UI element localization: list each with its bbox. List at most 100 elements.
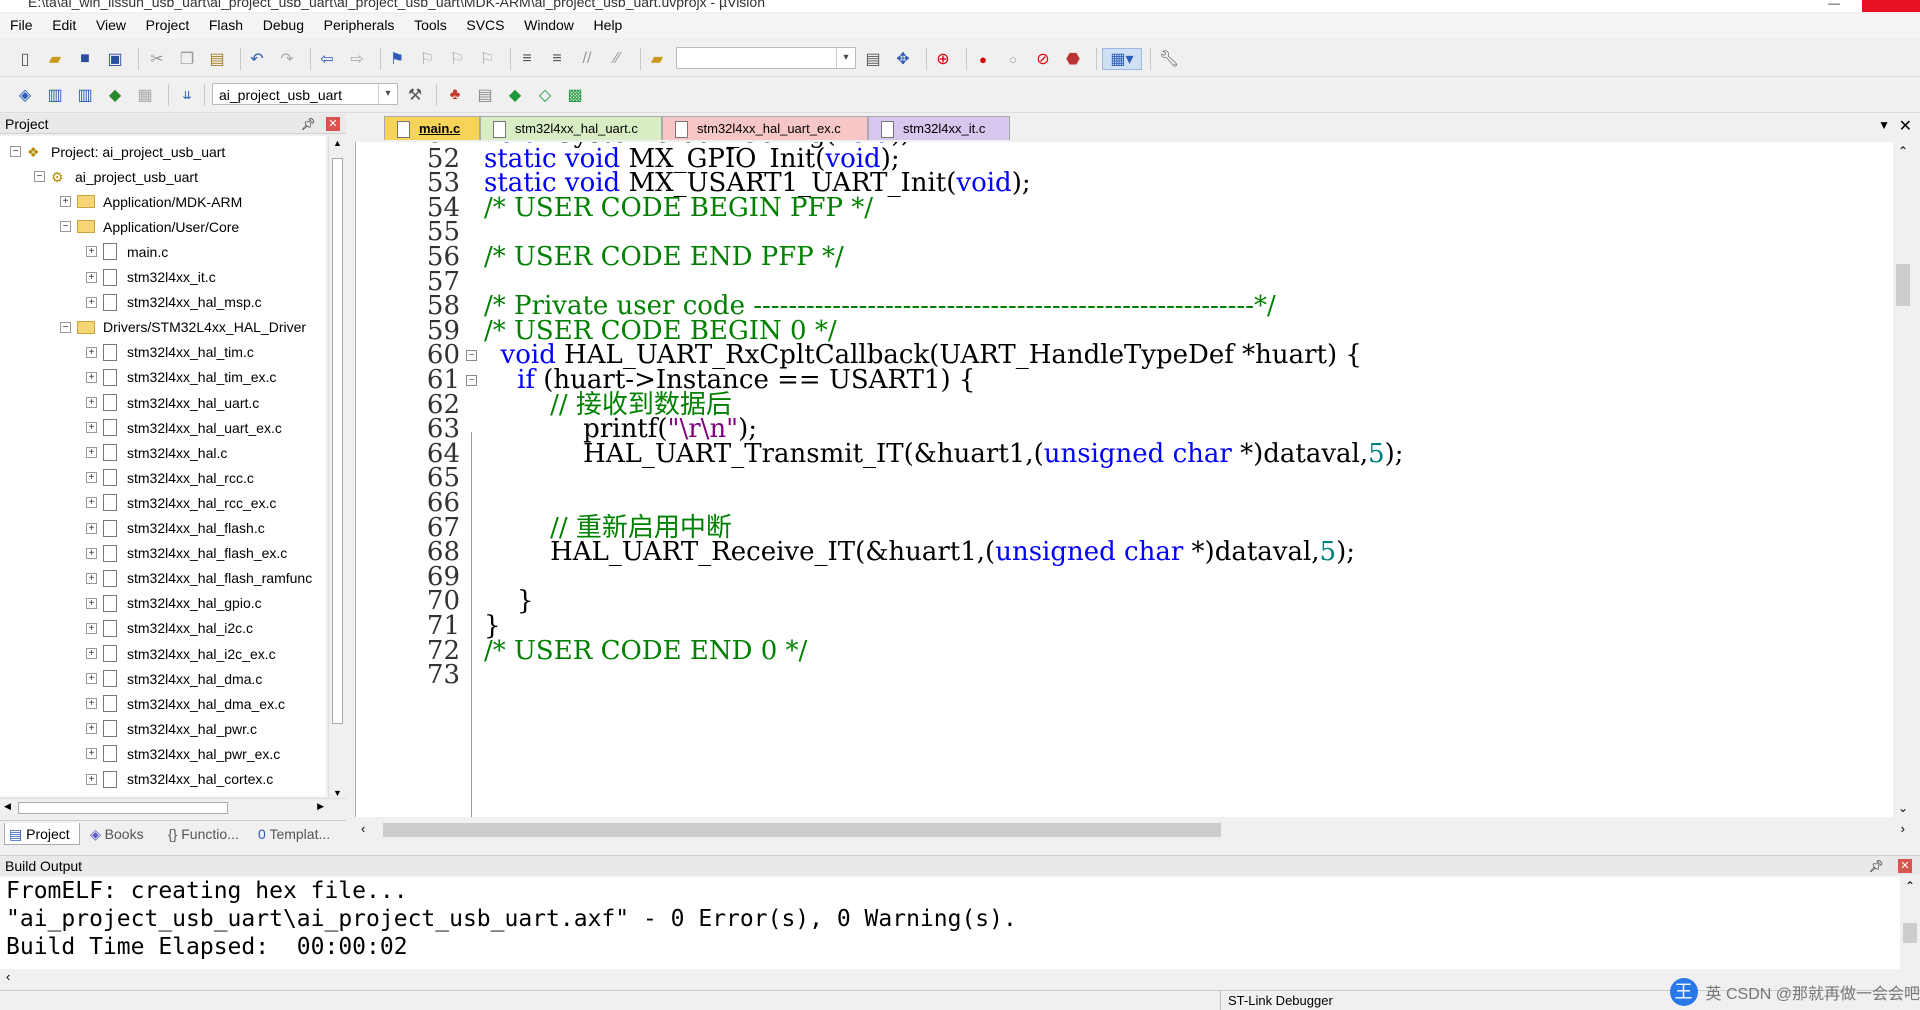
tab-stm32l4xx-hal-uart-c[interactable]: stm32l4xx_hal_uart.c (480, 116, 662, 140)
clear-bookmarks-icon[interactable]: ⚐ (476, 48, 498, 70)
menu-tools[interactable]: Tools (406, 14, 455, 33)
new-file-icon[interactable]: ▯ (14, 48, 36, 70)
tree-target-item[interactable]: − ⚙ ai_project_usb_uart (34, 164, 198, 189)
disable-all-breakpoints-icon[interactable]: ⊘ (1032, 48, 1054, 70)
menu-peripherals[interactable]: Peripherals (316, 14, 403, 33)
incremental-find-icon[interactable]: ▤ (862, 48, 884, 70)
expand-icon[interactable]: + (86, 698, 97, 710)
collapse-icon[interactable]: − (34, 171, 45, 183)
tree-file-item[interactable]: + stm32l4xx_hal_uart.c (86, 390, 259, 415)
open-file-icon[interactable]: ▰ (44, 48, 66, 70)
comment-icon[interactable]: // (576, 48, 598, 70)
pin-icon[interactable]: 📌︎ (1869, 856, 1884, 876)
scroll-right-arrow-icon[interactable]: ▶ (317, 801, 324, 812)
tab-books[interactable]: ◈ Books (86, 823, 156, 845)
expand-icon[interactable]: + (86, 271, 97, 283)
manage-project-items-icon[interactable]: ♣ (444, 84, 466, 106)
expand-icon[interactable]: + (86, 648, 97, 659)
tree-file-item[interactable]: + stm32l4xx_hal_tim_ex.c (86, 365, 276, 390)
redo-icon[interactable]: ↷ (276, 48, 298, 70)
find-combo[interactable]: ▾ (676, 47, 856, 69)
tree-file-item[interactable]: + stm32l4xx_hal_pwr.c (86, 716, 257, 741)
tree-file-item[interactable]: + stm32l4xx_hal_flash_ramfunc (86, 566, 312, 591)
start-debug-icon[interactable]: ⊕ (932, 48, 954, 70)
scroll-thumb[interactable] (383, 823, 1221, 837)
tab-list-dropdown-icon[interactable]: ▼ (1878, 118, 1890, 132)
close-panel-icon[interactable]: ✕ (1898, 859, 1912, 873)
menu-view[interactable]: View (88, 14, 134, 33)
build-output-vscroll[interactable]: ⌃ (1900, 877, 1920, 969)
breakpoint-icon[interactable]: ● (972, 48, 994, 70)
collapse-icon[interactable]: − (10, 146, 21, 157)
tree-file-item[interactable]: + stm32l4xx_hal_msp.c (86, 290, 262, 315)
scroll-right-arrow-icon[interactable]: › (1901, 821, 1905, 836)
menu-file[interactable]: File (0, 14, 41, 33)
collapse-icon[interactable]: − (60, 221, 71, 233)
tree-project-item[interactable]: − ❖ Project: ai_project_usb_uart (10, 139, 225, 164)
menu-edit[interactable]: Edit (44, 14, 84, 33)
tree-file-item[interactable]: + main.c (86, 239, 168, 264)
window-layout-icon[interactable]: ▦▾ (1102, 48, 1142, 70)
code-line[interactable]: /* USER CODE BEGIN PFP */ (484, 193, 873, 223)
configure-icon[interactable]: ✥ (892, 48, 914, 70)
tree-file-item[interactable]: + stm32l4xx_hal_tim.c (86, 340, 254, 365)
tab-stm32l4xx-hal-uart-ex-c[interactable]: stm32l4xx_hal_uart_ex.c (662, 116, 868, 140)
download-icon[interactable]: ⇊ (176, 84, 198, 106)
tree-file-item[interactable]: + stm32l4xx_hal_rcc_ex.c (86, 490, 276, 515)
build-output-hscroll[interactable]: ‹ (0, 969, 1920, 987)
code-line[interactable]: HAL_UART_Transmit_IT(&huart1,(unsigned c… (484, 439, 1403, 469)
save-all-icon[interactable]: ▣ (104, 48, 126, 70)
scroll-left-arrow-icon[interactable]: ◀ (4, 801, 11, 812)
expand-icon[interactable]: + (86, 673, 97, 685)
expand-icon[interactable]: + (86, 371, 97, 383)
expand-icon[interactable]: + (86, 346, 97, 358)
tab-functions[interactable]: {} Functio... (164, 823, 250, 845)
options-for-target-icon[interactable]: ⚒ (404, 84, 426, 106)
find-in-files-icon[interactable]: ▰ (646, 48, 668, 70)
scroll-thumb[interactable] (1903, 923, 1917, 943)
indent-icon[interactable]: ≡ (516, 48, 538, 70)
expand-icon[interactable]: + (86, 246, 97, 258)
expand-icon[interactable]: + (86, 522, 97, 534)
tree-file-item[interactable]: + stm32l4xx_hal_rcc.c (86, 465, 254, 490)
tab-main-c[interactable]: main.c (384, 116, 480, 140)
code-line[interactable]: /* USER CODE END 0 */ (484, 636, 807, 666)
tree-file-item[interactable]: + stm32l4xx_hal_uart_ex.c (86, 415, 282, 440)
translate-icon[interactable]: ◈ (14, 84, 36, 106)
scroll-down-arrow-icon[interactable]: ⌄ (1898, 801, 1908, 815)
tab-project[interactable]: ▤ Project (4, 823, 80, 845)
build-icon[interactable]: ▥ (44, 84, 66, 106)
project-tree-hscroll[interactable]: ◀ ▶ (0, 798, 346, 817)
expand-icon[interactable]: + (86, 547, 97, 559)
fold-toggle-icon[interactable]: − (466, 350, 477, 362)
scroll-up-arrow-icon[interactable]: ▲ (333, 138, 342, 148)
tree-file-item[interactable]: + stm32l4xx_hal_i2c_ex.c (86, 641, 276, 666)
tree-file-item[interactable]: + stm32l4xx_hal_gpio.c (86, 591, 262, 616)
bookmark-icon[interactable]: ⚑ (386, 48, 408, 70)
expand-icon[interactable]: + (86, 296, 97, 308)
rebuild-icon[interactable]: ▥ (74, 84, 96, 106)
expand-icon[interactable]: + (86, 748, 97, 760)
tree-folder-item[interactable]: + Application/MDK-ARM (60, 189, 242, 214)
tree-file-item[interactable]: + stm32l4xx_hal.c (86, 440, 227, 465)
tree-folder-item[interactable]: − Application/User/Core (60, 214, 239, 239)
disable-breakpoint-icon[interactable]: ○ (1002, 48, 1024, 70)
expand-icon[interactable]: + (86, 723, 97, 735)
wrench-icon[interactable]: 🔧︎ (1158, 48, 1180, 70)
project-tree-vscroll[interactable]: ▲ ▼ (328, 136, 347, 800)
menu-svcs[interactable]: SVCS (458, 14, 512, 33)
scroll-thumb[interactable] (18, 802, 228, 814)
tree-file-item[interactable]: + stm32l4xx_hal_i2c.c (86, 616, 253, 641)
menu-help[interactable]: Help (586, 14, 631, 33)
menu-flash[interactable]: Flash (201, 14, 251, 33)
close-window-button[interactable] (1862, 0, 1920, 12)
close-panel-icon[interactable]: ✕ (326, 117, 340, 131)
code-line[interactable]: /* USER CODE END PFP */ (484, 242, 844, 272)
paste-icon[interactable]: ▤ (206, 48, 228, 70)
scroll-left-arrow-icon[interactable]: ‹ (361, 821, 365, 836)
tree-file-item[interactable]: + stm32l4xx_it.c (86, 265, 216, 290)
expand-icon[interactable]: + (60, 196, 71, 208)
next-bookmark-icon[interactable]: ⚐ (446, 48, 468, 70)
expand-icon[interactable]: + (86, 472, 97, 484)
manage-rte-icon[interactable]: ▩ (564, 84, 586, 106)
